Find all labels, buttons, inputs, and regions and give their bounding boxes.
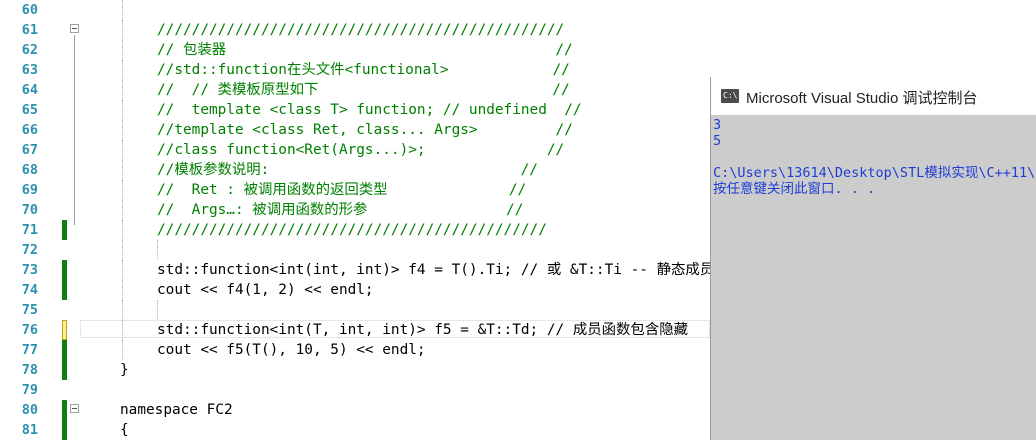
line-number: 61 <box>21 22 38 38</box>
code-text: std::function<int(T, int, int)> f5 = &T:… <box>157 322 688 338</box>
indent-guide <box>122 100 123 120</box>
indent-guide <box>122 320 123 340</box>
console-line: 5 <box>713 133 722 149</box>
line-number: 64 <box>21 82 38 98</box>
console-line: 按任意键关闭此窗口. . . <box>713 181 876 197</box>
console-icon-glyph: C:\ <box>723 91 738 100</box>
indent-guide <box>122 120 123 140</box>
line-number: 67 <box>21 142 38 158</box>
indent-guide <box>122 220 123 240</box>
code-line-62[interactable]: 62 // 包装器 // <box>0 40 1036 60</box>
change-indicator-saved <box>62 340 67 360</box>
collapse-icon[interactable] <box>70 24 79 33</box>
collapse-icon[interactable] <box>70 404 79 413</box>
indent-guide <box>122 180 123 200</box>
change-indicator-unsaved <box>62 320 67 340</box>
code-line-61[interactable]: 61 /////////////////////////////////////… <box>0 20 1036 40</box>
console-line: C:\Users\13614\Desktop\STL模拟实现\C++11\ <box>713 165 1036 181</box>
indent-guide <box>122 200 123 220</box>
indent-guide <box>122 40 123 60</box>
indent-guide <box>122 340 123 360</box>
indent-guide <box>122 20 123 40</box>
code-text: namespace FC2 <box>120 402 233 418</box>
indent-guide <box>122 240 123 260</box>
console-title-bar[interactable]: C:\ Microsoft Visual Studio 调试控制台 <box>711 77 1036 115</box>
code-line-60[interactable]: 60 <box>0 0 1036 20</box>
line-number: 60 <box>21 2 38 18</box>
code-text: //template <class Ret, class... Args> // <box>157 122 573 138</box>
line-number: 74 <box>21 282 38 298</box>
change-indicator-saved <box>62 400 67 420</box>
code-text: } <box>120 362 129 378</box>
line-number: 70 <box>21 202 38 218</box>
line-number: 69 <box>21 182 38 198</box>
line-number: 63 <box>21 62 38 78</box>
code-text: // Args…: 被调用函数的形参 // <box>157 202 524 218</box>
line-number: 81 <box>21 422 38 438</box>
indent-guide <box>122 260 123 280</box>
indent-guide <box>122 60 123 80</box>
code-text: std::function<int(int, int)> f4 = T().Ti… <box>157 262 715 278</box>
indent-guide <box>122 140 123 160</box>
line-number: 79 <box>21 382 38 398</box>
code-text: //std::function在头文件<functional> // <box>157 62 570 78</box>
line-number: 80 <box>21 402 38 418</box>
indent-guide <box>122 280 123 300</box>
line-number: 75 <box>21 302 38 318</box>
code-text: { <box>120 422 129 438</box>
change-indicator-saved <box>62 420 67 440</box>
indent-guide <box>157 300 158 320</box>
change-indicator-saved <box>62 220 67 240</box>
line-number: 71 <box>21 222 38 238</box>
code-text: cout << f5(T(), 10, 5) << endl; <box>157 342 426 358</box>
line-number: 73 <box>21 262 38 278</box>
console-title: Microsoft Visual Studio 调试控制台 <box>746 90 978 107</box>
code-text: // 包装器 // <box>157 42 573 58</box>
line-number: 62 <box>21 42 38 58</box>
code-text: cout << f4(1, 2) << endl; <box>157 282 374 298</box>
indent-guide <box>122 0 123 20</box>
code-text: ////////////////////////////////////////… <box>157 222 547 238</box>
indent-guide <box>122 80 123 100</box>
line-number: 66 <box>21 122 38 138</box>
line-number: 72 <box>21 242 38 258</box>
console-app-icon: C:\ <box>721 89 739 103</box>
console-line: 3 <box>713 117 722 133</box>
indent-guide <box>157 240 158 260</box>
code-text: // template <class T> function; // undef… <box>157 102 582 118</box>
code-text: //class function<Ret(Args...)>; // <box>157 142 565 158</box>
code-text: // // 类模板原型如下 // <box>157 82 570 98</box>
line-number: 78 <box>21 362 38 378</box>
line-number: 77 <box>21 342 38 358</box>
change-indicator-saved <box>62 260 67 280</box>
console-output[interactable]: 3 5 C:\Users\13614\Desktop\STL模拟实现\C++11… <box>711 115 1036 440</box>
line-number: 65 <box>21 102 38 118</box>
indent-guide <box>122 160 123 180</box>
code-text: //模板参数说明: // <box>157 162 538 178</box>
indent-guide <box>122 300 123 320</box>
change-indicator-saved <box>62 280 67 300</box>
code-text: // Ret : 被调用函数的返回类型 // <box>157 182 527 198</box>
change-indicator-saved <box>62 360 67 380</box>
line-number: 76 <box>21 322 38 338</box>
debug-console-window[interactable]: C:\ Microsoft Visual Studio 调试控制台 3 5 C:… <box>710 77 1036 440</box>
code-text: ////////////////////////////////////////… <box>157 22 565 38</box>
line-number: 68 <box>21 162 38 178</box>
